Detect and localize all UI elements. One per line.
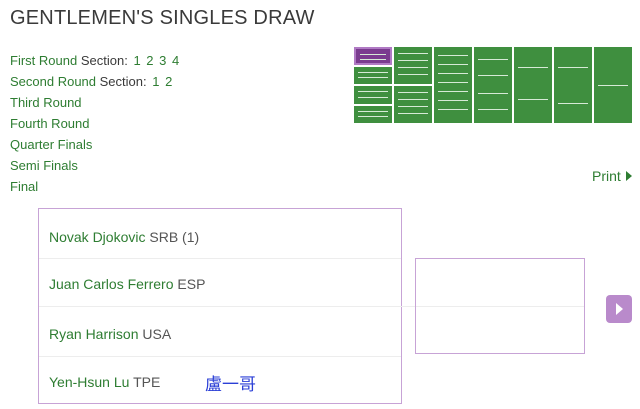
- map-tile-quarter-finals[interactable]: [514, 47, 552, 123]
- handwritten-annotation: 盧一哥: [205, 375, 256, 395]
- player-country: USA: [142, 326, 172, 342]
- player-country: ESP: [177, 276, 206, 292]
- second-round-section-2[interactable]: 2: [165, 74, 172, 89]
- print-link[interactable]: Print: [592, 168, 632, 184]
- print-label: Print: [592, 168, 621, 184]
- first-round-section-3[interactable]: 3: [159, 53, 166, 68]
- first-round-section-1[interactable]: 1: [133, 53, 140, 68]
- play-arrow-icon: [625, 171, 632, 181]
- semi-finals-link[interactable]: Semi Finals: [10, 155, 179, 176]
- page-title: GENTLEMEN'S SINGLES DRAW: [10, 7, 315, 29]
- map-tile-fourth-round[interactable]: [474, 47, 512, 123]
- nav-first-round: First Round Section: 1 2 3 4: [10, 50, 179, 71]
- player-row-4[interactable]: Yen-Hsun Lu TPE: [49, 374, 160, 390]
- section-label: Section:: [99, 74, 147, 89]
- map-tile-r1-s2[interactable]: [354, 67, 392, 84]
- third-round-link[interactable]: Third Round: [10, 92, 179, 113]
- player-country: SRB (1): [149, 229, 200, 245]
- first-round-section-2[interactable]: 2: [146, 53, 153, 68]
- round-navigation: First Round Section: 1 2 3 4 Second Roun…: [10, 50, 179, 197]
- section-label: Section:: [80, 53, 128, 68]
- map-tile-r2-s2[interactable]: [394, 86, 432, 123]
- player-row-1[interactable]: Novak Djokovic SRB (1): [49, 229, 199, 245]
- final-link[interactable]: Final: [10, 176, 179, 197]
- first-round-link[interactable]: First Round: [10, 53, 77, 68]
- map-tile-r1-s4[interactable]: [354, 106, 392, 123]
- player-name: Novak Djokovic: [49, 229, 146, 245]
- player-row-2[interactable]: Juan Carlos Ferrero ESP: [49, 276, 205, 292]
- map-tile-r1-s1[interactable]: [354, 47, 392, 65]
- next-round-match-box: [415, 258, 585, 354]
- first-round-section-4[interactable]: 4: [172, 53, 179, 68]
- second-round-section-1[interactable]: 1: [152, 74, 159, 89]
- player-row-3[interactable]: Ryan Harrison USA: [49, 326, 171, 342]
- row-divider: [39, 258, 401, 259]
- quarter-finals-link[interactable]: Quarter Finals: [10, 134, 179, 155]
- fourth-round-link[interactable]: Fourth Round: [10, 113, 179, 134]
- player-name: Yen-Hsun Lu: [49, 374, 130, 390]
- map-tile-final[interactable]: [594, 47, 632, 123]
- draw-map: [354, 47, 636, 123]
- player-name: Ryan Harrison: [49, 326, 139, 342]
- map-tile-r2-s1[interactable]: [394, 47, 432, 84]
- second-round-link[interactable]: Second Round: [10, 74, 96, 89]
- map-tile-r1-s3[interactable]: [354, 86, 392, 104]
- player-country: TPE: [133, 374, 161, 390]
- next-arrow-button[interactable]: [606, 295, 632, 323]
- nav-second-round: Second Round Section: 1 2: [10, 71, 179, 92]
- player-name: Juan Carlos Ferrero: [49, 276, 174, 292]
- row-divider: [39, 356, 401, 357]
- map-tile-third-round[interactable]: [434, 47, 472, 123]
- map-tile-semi-finals[interactable]: [554, 47, 592, 123]
